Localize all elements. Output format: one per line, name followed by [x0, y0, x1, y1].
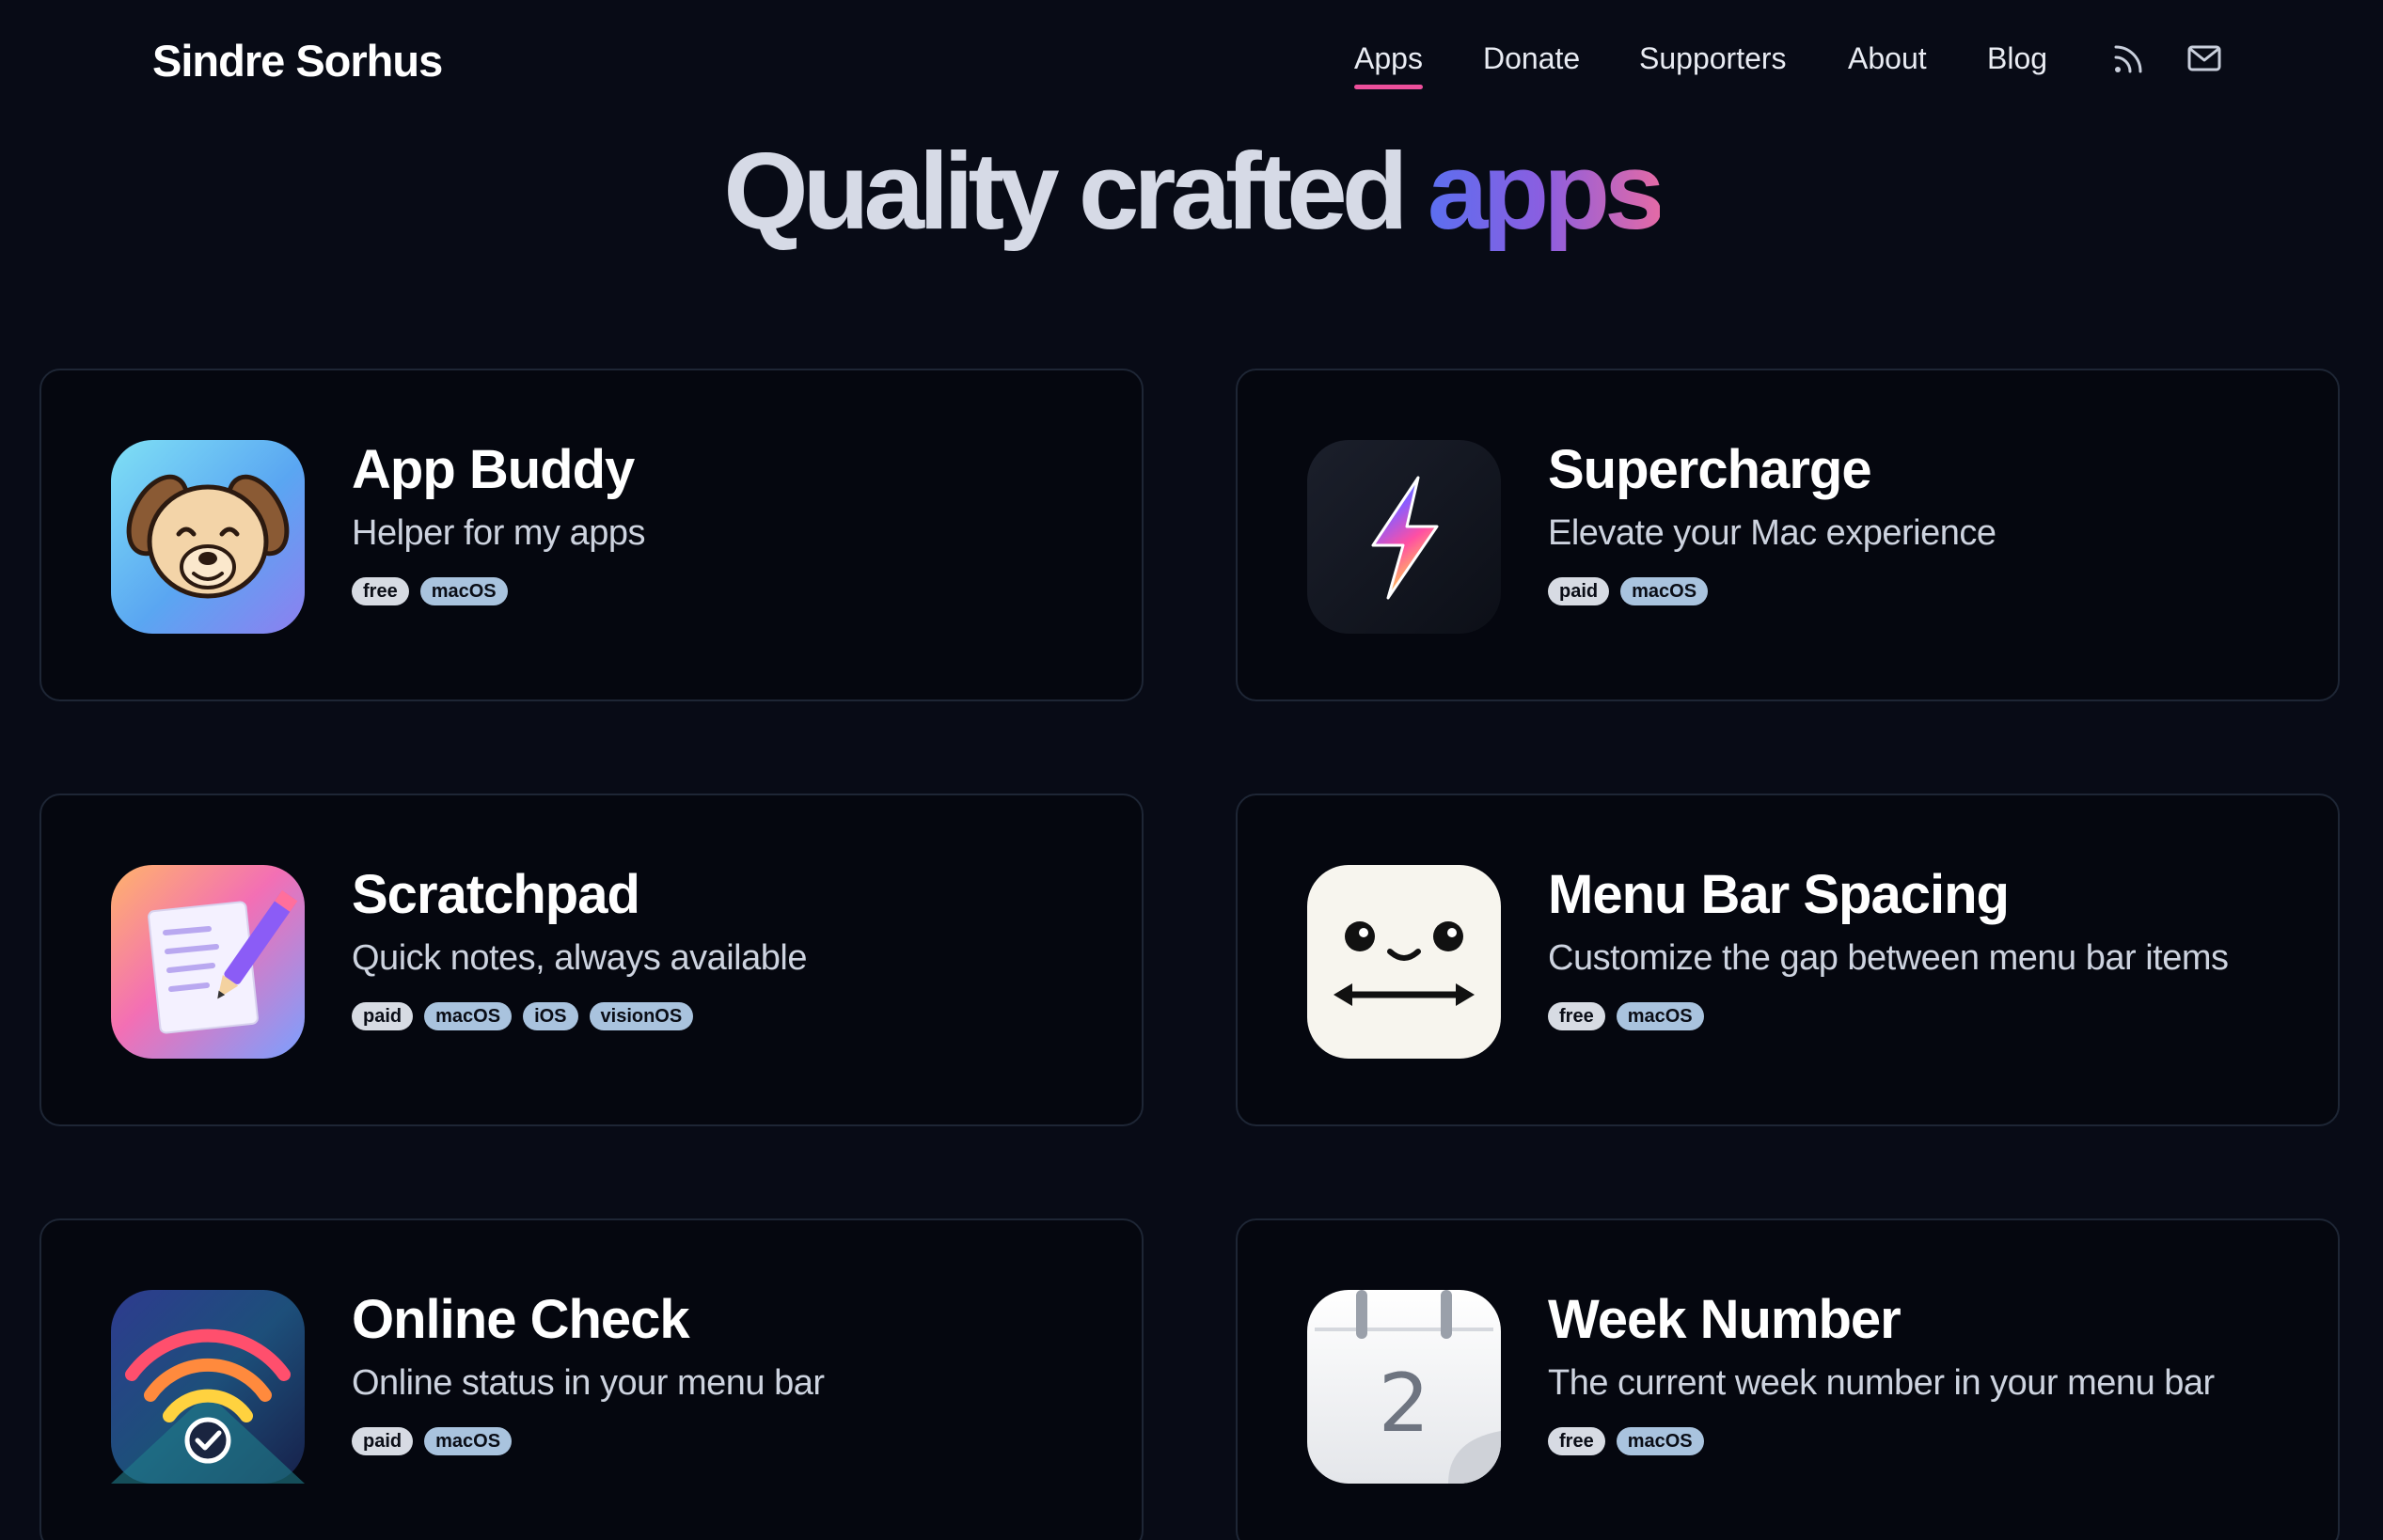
app-description: Customize the gap between menu bar items: [1548, 938, 2229, 978]
platform-badge: macOS: [1620, 577, 1709, 605]
app-card-scratchpad[interactable]: Scratchpad Quick notes, always available…: [39, 794, 1144, 1126]
app-description: The current week number in your menu bar: [1548, 1363, 2215, 1403]
notepad-pencil-icon: [111, 865, 305, 1059]
app-tags: free macOS: [1548, 1002, 1704, 1030]
app-card-supercharge[interactable]: Supercharge Elevate your Mac experience …: [1236, 369, 2340, 701]
rss-icon[interactable]: [2110, 39, 2148, 77]
app-description: Quick notes, always available: [352, 938, 807, 978]
app-description: Helper for my apps: [352, 513, 646, 553]
platform-badge: macOS: [1616, 1002, 1704, 1030]
app-name[interactable]: Menu Bar Spacing: [1548, 863, 2010, 926]
platform-badge: macOS: [424, 1002, 513, 1030]
app-name[interactable]: App Buddy: [352, 438, 635, 501]
price-badge: free: [1548, 1002, 1605, 1030]
hero-title-accent: apps: [1427, 130, 1665, 252]
hero-title-main: Quality crafted: [723, 130, 1408, 252]
site-header: Sindre Sorhus Apps Donate Supporters Abo…: [0, 0, 2383, 122]
price-badge: free: [1548, 1427, 1605, 1455]
app-name[interactable]: Online Check: [352, 1288, 690, 1351]
app-tags: paid macOS iOS visionOS: [352, 1002, 694, 1030]
app-name[interactable]: Week Number: [1548, 1288, 1902, 1351]
app-description: Elevate your Mac experience: [1548, 513, 1996, 553]
app-card-online-check[interactable]: Online Check Online status in your menu …: [39, 1218, 1144, 1540]
nav-about[interactable]: About: [1848, 41, 1927, 76]
svg-text:2: 2: [1379, 1357, 1430, 1451]
app-card-menu-bar-spacing[interactable]: Menu Bar Spacing Customize the gap betwe…: [1236, 794, 2340, 1126]
hero-title: Quality crafted apps: [0, 120, 2383, 261]
lightning-bolt-icon: [1307, 440, 1501, 634]
page: Sindre Sorhus Apps Donate Supporters Abo…: [0, 0, 2383, 1540]
site-brand[interactable]: Sindre Sorhus: [152, 35, 443, 86]
nav-blog[interactable]: Blog: [1987, 41, 2047, 76]
app-description: Online status in your menu bar: [352, 1363, 825, 1403]
app-tags: free macOS: [352, 577, 508, 605]
platform-badge: iOS: [523, 1002, 578, 1030]
app-card-week-number[interactable]: 2 Week Number The current week number in…: [1236, 1218, 2340, 1540]
nav-apps[interactable]: Apps: [1354, 41, 1423, 89]
app-tags: paid macOS: [352, 1427, 513, 1455]
nav-supporters[interactable]: Supporters: [1639, 41, 1787, 76]
platform-badge: macOS: [1616, 1427, 1704, 1455]
price-badge: paid: [352, 1427, 414, 1455]
nav-donate[interactable]: Donate: [1483, 41, 1580, 76]
app-tags: free macOS: [1548, 1427, 1704, 1455]
app-name[interactable]: Scratchpad: [352, 863, 640, 926]
app-tags: paid macOS: [1548, 577, 1709, 605]
calendar-icon: 2: [1307, 1290, 1501, 1484]
wifi-check-icon: [111, 1290, 305, 1484]
app-name[interactable]: Supercharge: [1548, 438, 1872, 501]
platform-badge: visionOS: [589, 1002, 694, 1030]
platform-badge: macOS: [424, 1427, 513, 1455]
mail-icon[interactable]: [2186, 39, 2223, 77]
app-card-app-buddy[interactable]: App Buddy Helper for my apps free macOS: [39, 369, 1144, 701]
dog-face-icon: [111, 440, 305, 634]
platform-badge: macOS: [419, 577, 508, 605]
price-badge: paid: [352, 1002, 414, 1030]
spacing-face-icon: [1307, 865, 1501, 1059]
price-badge: paid: [1548, 577, 1610, 605]
price-badge: free: [352, 577, 409, 605]
